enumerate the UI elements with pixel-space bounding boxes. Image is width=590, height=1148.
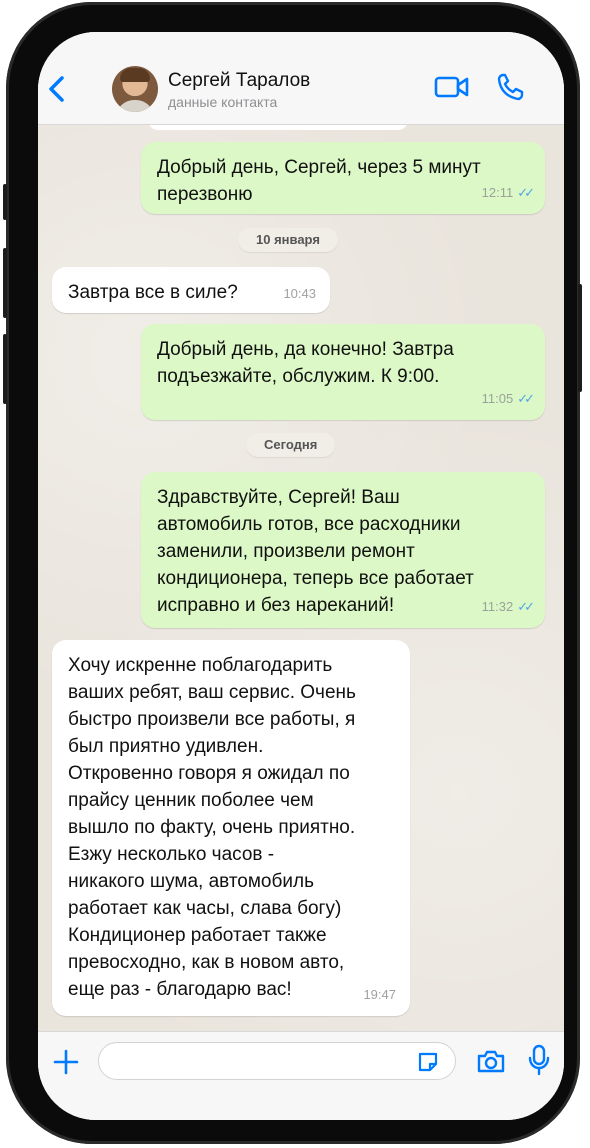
message-input[interactable] — [98, 1042, 456, 1080]
back-icon[interactable] — [44, 74, 70, 104]
message-time: 19:47 — [363, 987, 396, 1002]
plus-icon[interactable] — [52, 1048, 80, 1076]
camera-icon[interactable] — [476, 1048, 506, 1074]
message-text: Здравствуйте, Сергей! Ваш автомобиль гот… — [157, 487, 474, 616]
side-button — [578, 284, 582, 392]
message-bubble-incoming[interactable]: Завтра все в силе? 10:43 — [52, 267, 330, 313]
message-meta: 11:32 ✓✓ — [481, 593, 535, 620]
message-bubble-outgoing[interactable]: Добрый день, да конечно! Завтра подъезжа… — [141, 324, 545, 420]
message-composer — [38, 1031, 564, 1120]
message-text: Добрый день, да конечно! Завтра подъезжа… — [157, 339, 454, 387]
message-bubble-incoming[interactable]: Хочу искренне поблагодарить ваших ребят,… — [52, 640, 410, 1016]
message-time: 12:11 — [481, 185, 514, 200]
message-text: Завтра все в силе? — [68, 282, 238, 303]
message-text: Добрый день, Сергей, через 5 минут перез… — [157, 157, 481, 205]
side-button — [3, 184, 7, 220]
message-bubble-outgoing[interactable]: Добрый день, Сергей, через 5 минут перез… — [141, 142, 545, 214]
read-checkmarks-icon: ✓✓ — [517, 599, 535, 614]
message-text: Хочу искренне поблагодарить ваших ребят,… — [68, 655, 356, 1000]
side-button — [3, 248, 7, 318]
avatar[interactable] — [112, 66, 158, 112]
phone-call-icon[interactable] — [496, 72, 524, 102]
read-checkmarks-icon: ✓✓ — [517, 185, 535, 200]
chat-header: Сергей Таралов данные контакта — [38, 32, 564, 125]
sticker-icon[interactable] — [416, 1050, 440, 1074]
message-meta: 11:05 ✓✓ — [481, 385, 535, 412]
chat-screen: Сергей Таралов данные контакта 14:07 Доб… — [38, 32, 564, 1120]
message-time: 10:43 — [283, 286, 316, 301]
date-separator: 10 января — [238, 228, 338, 252]
date-separator: Сегодня — [246, 433, 336, 457]
message-time: 11:05 — [481, 391, 514, 406]
side-button — [3, 334, 7, 404]
contact-info-link[interactable]: данные контакта — [168, 94, 277, 110]
read-checkmarks-icon: ✓✓ — [517, 391, 535, 406]
message-meta: 12:11 ✓✓ — [481, 179, 535, 206]
phone-frame: Сергей Таралов данные контакта 14:07 Доб… — [3, 2, 582, 1144]
contact-name[interactable]: Сергей Таралов — [168, 70, 310, 92]
message-bubble-outgoing[interactable]: Здравствуйте, Сергей! Ваш автомобиль гот… — [141, 472, 545, 628]
message-time: 11:32 — [481, 599, 514, 614]
microphone-icon[interactable] — [528, 1044, 550, 1076]
video-call-icon[interactable] — [434, 74, 470, 100]
